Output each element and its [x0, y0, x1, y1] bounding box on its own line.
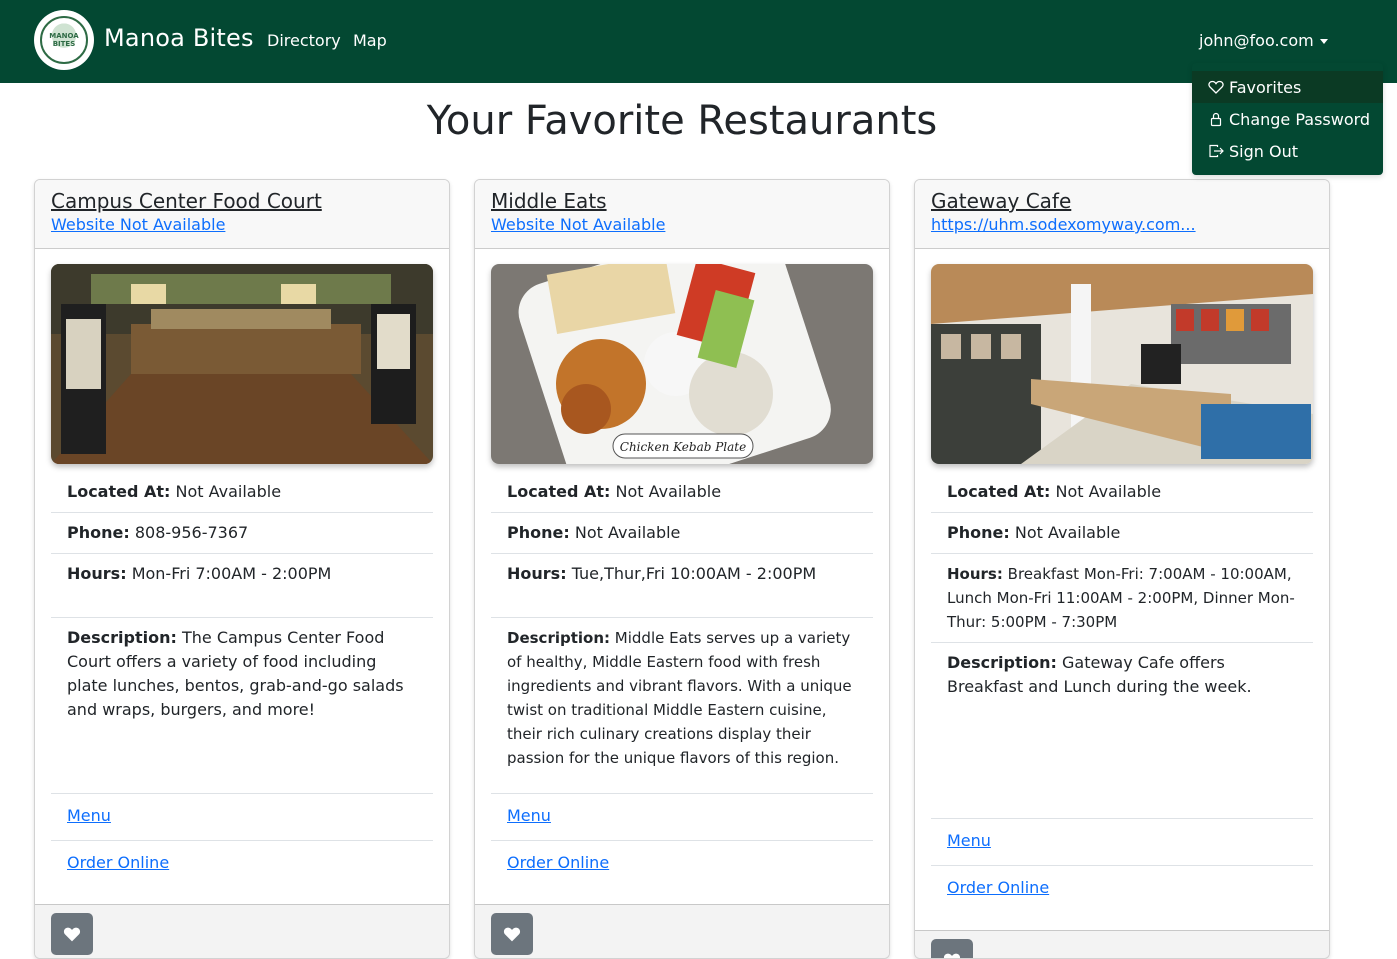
heart-icon — [943, 953, 961, 958]
logo-text: MANOA BITES — [40, 16, 88, 64]
heart-icon — [63, 927, 81, 942]
brand-link[interactable]: Manoa Bites — [104, 24, 254, 52]
located-row: Located At: Not Available — [51, 472, 433, 513]
located-label: Located At: — [67, 482, 171, 501]
dropdown-item-favorites[interactable]: Favorites — [1192, 71, 1383, 103]
order-online-link[interactable]: Order Online — [67, 853, 169, 872]
description-label: Description: — [947, 653, 1057, 672]
user-menu-toggle[interactable]: john@foo.com — [1199, 31, 1328, 50]
heart-icon — [1208, 80, 1224, 94]
restaurant-details: Located At: Not Available Phone: Not Ava… — [491, 472, 873, 887]
restaurant-details: Located At: Not Available Phone: Not Ava… — [931, 472, 1313, 912]
lock-icon — [1210, 112, 1222, 127]
restaurant-website-link[interactable]: https://uhm.sodexomyway.com... — [931, 214, 1313, 236]
order-online-link[interactable]: Order Online — [947, 878, 1049, 897]
located-value: Not Available — [615, 482, 722, 501]
hours-label: Hours: — [947, 565, 1003, 583]
favorite-button[interactable] — [491, 913, 533, 955]
phone-value: Not Available — [574, 523, 681, 542]
favorite-button[interactable] — [51, 913, 93, 955]
restaurant-website-link[interactable]: Website Not Available — [51, 214, 433, 236]
card-header: Middle Eats Website Not Available — [475, 180, 889, 249]
restaurant-name-link[interactable]: Middle Eats — [491, 188, 873, 214]
phone-row: Phone: Not Available — [491, 513, 873, 554]
located-row: Located At: Not Available — [491, 472, 873, 513]
menu-row: Menu — [51, 794, 433, 841]
hours-label: Hours: — [507, 564, 567, 583]
phone-value: Not Available — [1014, 523, 1121, 542]
restaurant-card: Gateway Cafe https://uhm.sodexomyway.com… — [914, 179, 1330, 959]
description-row: Description: Middle Eats serves up a var… — [491, 618, 873, 794]
restaurant-image — [931, 264, 1313, 464]
phone-label: Phone: — [67, 523, 130, 542]
hours-value: Mon-Fri 7:00AM - 2:00PM — [131, 564, 332, 583]
user-email: john@foo.com — [1199, 31, 1314, 50]
description-label: Description: — [507, 629, 611, 647]
dropdown-label-change-password: Change Password — [1229, 109, 1371, 129]
card-header: Gateway Cafe https://uhm.sodexomyway.com… — [915, 180, 1329, 249]
dropdown-item-sign-out[interactable]: Sign Out — [1192, 135, 1383, 167]
order-row: Order Online — [491, 841, 873, 887]
order-row: Order Online — [931, 866, 1313, 912]
dropdown-label-favorites: Favorites — [1229, 77, 1302, 97]
hours-row: Hours: Breakfast Mon-Fri: 7:00AM - 10:00… — [931, 554, 1313, 643]
hours-row: Hours: Mon-Fri 7:00AM - 2:00PM — [51, 554, 433, 618]
hours-label: Hours: — [67, 564, 127, 583]
nav-map[interactable]: Map — [353, 31, 387, 50]
restaurant-image: Chicken Kebab Plate — [491, 264, 873, 464]
phone-value: 808-956-7367 — [134, 523, 249, 542]
user-dropdown-menu: Favorites Change Password Sign Out — [1192, 63, 1383, 175]
phone-row: Phone: 808-956-7367 — [51, 513, 433, 554]
logo[interactable]: MANOA BITES — [34, 10, 94, 70]
menu-row: Menu — [491, 794, 873, 841]
located-value: Not Available — [1055, 482, 1162, 501]
menu-link[interactable]: Menu — [947, 831, 991, 850]
restaurant-card: Campus Center Food Court Website Not Ava… — [34, 179, 450, 959]
restaurant-image — [51, 264, 433, 464]
menu-row: Menu — [931, 819, 1313, 866]
caret-down-icon — [1319, 39, 1328, 44]
phone-label: Phone: — [507, 523, 570, 542]
description-label: Description: — [67, 628, 177, 647]
hours-value: Tue,Thur,Fri 10:00AM - 2:00PM — [571, 564, 817, 583]
image-caption: Chicken Kebab Plate — [620, 440, 746, 454]
restaurant-name-link[interactable]: Gateway Cafe — [931, 188, 1313, 214]
heart-icon — [503, 927, 521, 942]
phone-row: Phone: Not Available — [931, 513, 1313, 554]
navbar: MANOA BITES Manoa Bites Directory Map jo… — [0, 0, 1397, 83]
located-label: Located At: — [947, 482, 1051, 501]
card-footer — [475, 904, 889, 958]
hours-row: Hours: Tue,Thur,Fri 10:00AM - 2:00PM — [491, 554, 873, 618]
located-label: Located At: — [507, 482, 611, 501]
description-row: Description: Gateway Cafe offers Breakfa… — [931, 643, 1313, 819]
located-row: Located At: Not Available — [931, 472, 1313, 513]
nav-directory[interactable]: Directory — [267, 31, 341, 50]
card-footer — [35, 904, 449, 958]
card-header: Campus Center Food Court Website Not Ava… — [35, 180, 449, 249]
order-row: Order Online — [51, 841, 433, 887]
page-title: Your Favorite Restaurants — [426, 98, 938, 144]
menu-link[interactable]: Menu — [67, 806, 111, 825]
phone-label: Phone: — [947, 523, 1010, 542]
menu-link[interactable]: Menu — [507, 806, 551, 825]
restaurant-website-link[interactable]: Website Not Available — [491, 214, 873, 236]
favorite-button[interactable] — [931, 939, 973, 958]
description-value: Middle Eats serves up a variety of healt… — [507, 629, 852, 767]
sign-out-icon — [1209, 144, 1224, 158]
located-value: Not Available — [175, 482, 282, 501]
card-footer — [915, 930, 1329, 958]
description-row: Description: The Campus Center Food Cour… — [51, 618, 433, 794]
order-online-link[interactable]: Order Online — [507, 853, 609, 872]
restaurant-details: Located At: Not Available Phone: 808-956… — [51, 472, 433, 887]
dropdown-item-change-password[interactable]: Change Password — [1192, 103, 1383, 135]
restaurant-card: Middle Eats Website Not Available Chicke… — [474, 179, 890, 959]
restaurant-name-link[interactable]: Campus Center Food Court — [51, 188, 433, 214]
dropdown-label-sign-out: Sign Out — [1229, 141, 1298, 161]
